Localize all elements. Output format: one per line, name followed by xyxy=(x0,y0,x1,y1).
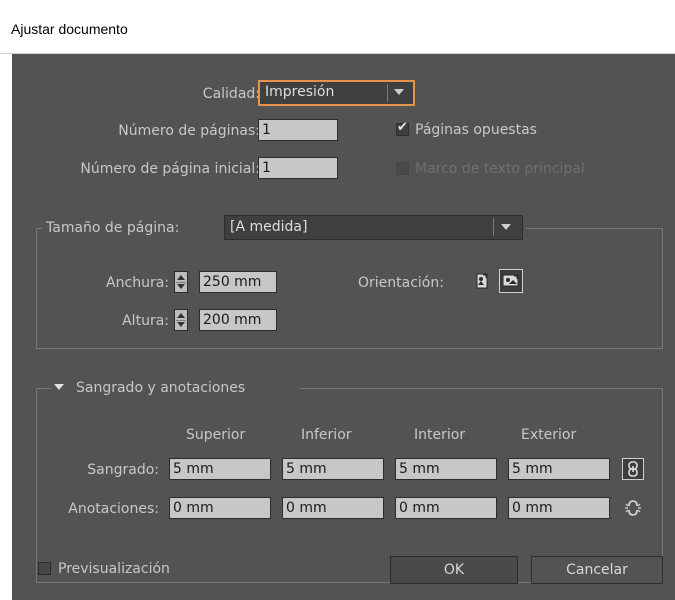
arrow-down-icon xyxy=(177,322,185,327)
cancel-button[interactable]: Cancelar xyxy=(531,556,663,584)
dialog-title: Ajustar documento xyxy=(11,21,128,37)
quality-select[interactable]: Impresión xyxy=(258,80,415,106)
select-separator xyxy=(493,218,494,236)
portrait-icon[interactable] xyxy=(472,272,492,292)
height-input[interactable]: 200 mm xyxy=(199,309,277,331)
slug-outside-input[interactable]: 0 mm xyxy=(508,497,610,519)
page-size-label: Tamaño de página: xyxy=(46,220,180,236)
bleed-bottom-input[interactable]: 5 mm xyxy=(282,458,384,480)
col-header-inside: Interior xyxy=(414,427,466,443)
dialog-body: Calidad: Impresión Número de páginas: 1 … xyxy=(12,54,675,600)
page-count-label: Número de páginas: xyxy=(118,123,260,139)
height-stepper[interactable] xyxy=(174,309,188,331)
title-bar[interactable]: Ajustar documento xyxy=(0,0,675,54)
chevron-down-icon xyxy=(501,224,511,230)
preview-label: Previsualización xyxy=(58,561,170,577)
bleed-slug-title: Sangrado y anotaciones xyxy=(76,380,246,396)
orientation-label: Orientación: xyxy=(358,275,444,291)
width-stepper[interactable] xyxy=(174,271,188,293)
arrow-up-icon xyxy=(177,275,185,280)
facing-pages-checkbox[interactable] xyxy=(396,120,409,136)
bleed-top-input[interactable]: 5 mm xyxy=(169,458,271,480)
facing-pages-label: Páginas opuestas xyxy=(415,122,537,138)
select-separator xyxy=(387,84,388,102)
bleed-label: Sangrado: xyxy=(87,462,159,478)
preview-checkbox[interactable] xyxy=(38,562,51,575)
adjust-document-dialog: Ajustar documento Calidad: Impresión Núm… xyxy=(0,0,675,600)
stepper-divider xyxy=(176,282,186,283)
width-label: Anchura: xyxy=(106,275,169,291)
chain-broken-icon[interactable] xyxy=(623,498,643,518)
start-page-input[interactable]: 1 xyxy=(258,157,338,179)
col-header-bottom: Inferior xyxy=(301,427,352,443)
ok-button[interactable]: OK xyxy=(390,556,518,584)
slug-top-input[interactable]: 0 mm xyxy=(169,497,271,519)
slug-bottom-input[interactable]: 0 mm xyxy=(282,497,384,519)
primary-text-frame-checkbox[interactable] xyxy=(396,162,409,175)
disclosure-triangle-icon[interactable] xyxy=(54,384,64,390)
bleed-inside-input[interactable]: 5 mm xyxy=(395,458,497,480)
height-label: Altura: xyxy=(122,313,169,329)
arrow-down-icon xyxy=(177,284,185,289)
col-header-top: Superior xyxy=(186,427,246,443)
width-input[interactable]: 250 mm xyxy=(199,271,277,293)
bleed-slug-group xyxy=(36,388,663,583)
bleed-outside-input[interactable]: 5 mm xyxy=(508,458,610,480)
primary-text-frame-label: Marco de texto principal xyxy=(415,161,585,177)
quality-label: Calidad: xyxy=(202,86,260,102)
arrow-up-icon xyxy=(177,313,185,318)
page-count-input[interactable]: 1 xyxy=(258,119,338,141)
chain-linked-icon[interactable] xyxy=(622,458,644,480)
quality-select-value: Impresión xyxy=(265,84,335,100)
chevron-down-icon xyxy=(394,89,404,95)
stepper-divider xyxy=(176,320,186,321)
page-size-select-value: [A medida] xyxy=(230,219,308,235)
landscape-icon[interactable] xyxy=(499,269,523,293)
slug-label: Anotaciones: xyxy=(68,501,159,517)
slug-inside-input[interactable]: 0 mm xyxy=(395,497,497,519)
col-header-outside: Exterior xyxy=(521,427,577,443)
start-page-label: Número de página inicial: xyxy=(80,161,260,177)
page-size-select[interactable]: [A medida] xyxy=(224,215,523,240)
